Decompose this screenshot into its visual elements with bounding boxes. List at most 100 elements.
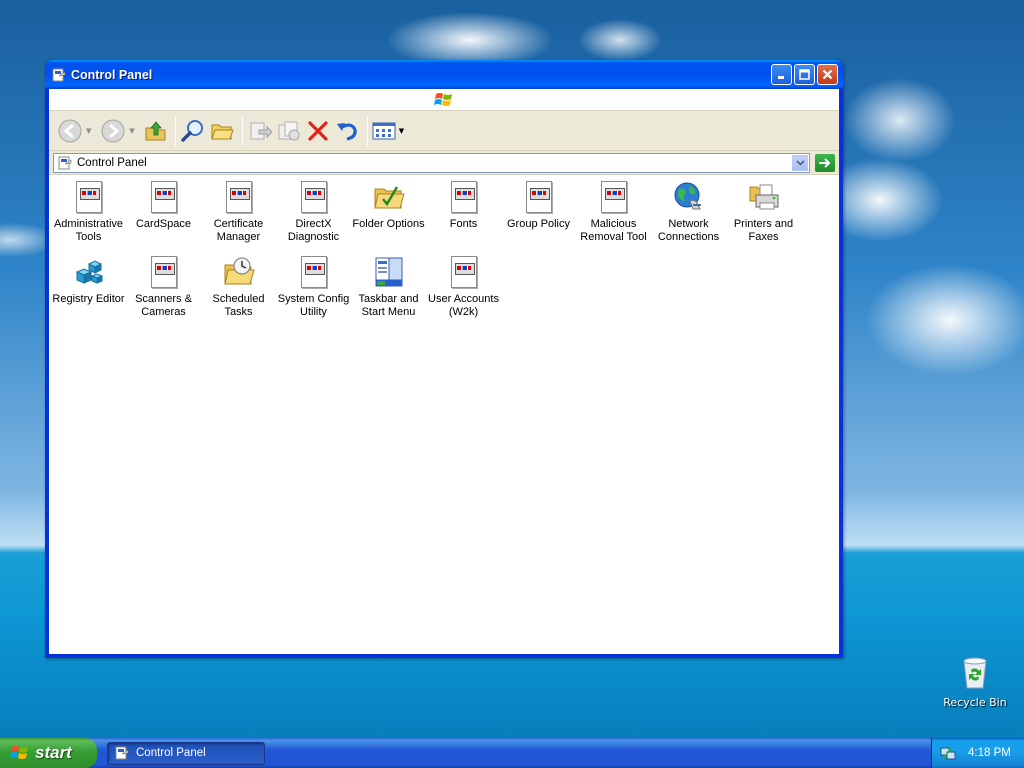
- menu-bar: [49, 89, 839, 111]
- forward-arrow-icon: [101, 119, 125, 142]
- minimize-button[interactable]: [771, 64, 792, 85]
- address-bar: Control Panel: [49, 151, 839, 175]
- delete-button[interactable]: [305, 116, 331, 146]
- up-button[interactable]: [144, 116, 168, 146]
- item-label: System Config Utility: [277, 293, 350, 318]
- item-label: Malicious Removal Tool: [580, 218, 647, 243]
- item-label: Registry Editor: [52, 293, 125, 305]
- item-registry-editor[interactable]: Registry Editor: [51, 254, 126, 329]
- folder-up-icon: [145, 120, 166, 140]
- item-fonts[interactable]: Fonts: [426, 179, 501, 254]
- address-dropdown-button[interactable]: [792, 154, 808, 171]
- start-button[interactable]: start: [0, 738, 97, 768]
- delete-icon: [308, 120, 328, 141]
- move-to-button[interactable]: [247, 116, 273, 146]
- control-panel-icon: [115, 746, 129, 760]
- item-label: Administrative Tools: [53, 218, 124, 243]
- item-directx-diagnostic[interactable]: DirectX Diagnostic: [276, 179, 351, 254]
- start-label: start: [35, 743, 72, 762]
- item-administrative-tools[interactable]: Administrative Tools: [51, 179, 126, 254]
- applet-icon: [150, 256, 177, 288]
- copy-to-button[interactable]: [276, 116, 302, 146]
- registry-cubes-icon: [75, 260, 103, 284]
- taskbar: start Control Panel 4:18 PM: [0, 738, 1024, 768]
- maximize-icon: [799, 69, 810, 80]
- printer-icon: [749, 184, 778, 210]
- chevron-down-icon: [795, 159, 805, 166]
- item-label: Certificate Manager: [213, 218, 264, 243]
- close-icon: [822, 69, 833, 80]
- applet-icon: [75, 181, 102, 213]
- item-user-accounts-w2k[interactable]: User Accounts (W2k): [426, 254, 501, 329]
- folders-icon: [211, 124, 234, 139]
- folder-options-icon: [373, 186, 405, 209]
- item-label: User Accounts (W2k): [428, 293, 499, 318]
- item-label: Group Policy: [507, 218, 570, 230]
- control-panel-icon: [58, 156, 72, 169]
- forward-button[interactable]: ▼: [100, 116, 140, 146]
- clock[interactable]: 4:18 PM: [968, 747, 1011, 759]
- item-malicious-removal-tool[interactable]: Malicious Removal Tool: [576, 179, 651, 254]
- recycle-bin[interactable]: Recycle Bin: [940, 655, 1010, 709]
- item-label: Scanners & Cameras: [135, 293, 192, 318]
- item-printers-and-faxes[interactable]: Printers and Faxes: [726, 179, 801, 254]
- standard-toolbar: ▼ ▼ ▼: [49, 111, 839, 151]
- control-panel-icon: [52, 68, 66, 81]
- applet-icon: [150, 181, 177, 213]
- applet-icon: [525, 181, 552, 213]
- network-globe-icon: [674, 182, 701, 210]
- copy-to-icon: [278, 121, 300, 140]
- window-title-bar[interactable]: Control Panel: [45, 60, 843, 89]
- item-cardspace[interactable]: CardSpace: [126, 179, 201, 254]
- views-button[interactable]: ▼: [372, 116, 410, 146]
- item-label: Taskbar and Start Menu: [358, 293, 419, 318]
- item-network-connections[interactable]: Network Connections: [651, 179, 726, 254]
- undo-icon: [336, 122, 357, 141]
- views-icon: [372, 122, 396, 139]
- system-tray: 4:18 PM: [931, 738, 1024, 768]
- item-label: Printers and Faxes: [733, 218, 794, 243]
- taskbar-button-control-panel[interactable]: Control Panel: [107, 741, 265, 765]
- go-arrow-icon: [819, 157, 831, 168]
- search-button[interactable]: [180, 116, 206, 146]
- item-label: Network Connections: [657, 218, 720, 243]
- go-button[interactable]: [815, 153, 835, 172]
- toolbar-separator: [174, 115, 176, 146]
- item-label: Scheduled Tasks: [212, 293, 265, 318]
- network-status-icon[interactable]: [940, 745, 956, 761]
- views-dropdown-icon[interactable]: ▼: [399, 127, 404, 135]
- item-label: CardSpace: [135, 218, 192, 230]
- item-scheduled-tasks[interactable]: Scheduled Tasks: [201, 254, 276, 329]
- item-folder-options[interactable]: Folder Options: [351, 179, 426, 254]
- applet-icon: [450, 181, 477, 213]
- toolbar-separator: [366, 115, 368, 146]
- maximize-button[interactable]: [794, 64, 815, 85]
- close-button[interactable]: [817, 64, 838, 85]
- item-certificate-manager[interactable]: Certificate Manager: [201, 179, 276, 254]
- item-taskbar-and-start-menu[interactable]: Taskbar and Start Menu: [351, 254, 426, 329]
- taskbar-button-label: Control Panel: [136, 747, 206, 759]
- address-value: Control Panel: [77, 156, 147, 169]
- item-system-config-utility[interactable]: System Config Utility: [276, 254, 351, 329]
- undo-button[interactable]: [334, 116, 360, 146]
- back-button[interactable]: ▼: [57, 116, 97, 146]
- control-panel-window: Control Panel ▼ ▼ ▼ Control Panel Admini…: [45, 60, 843, 658]
- address-input[interactable]: Control Panel: [53, 152, 810, 173]
- applet-icon: [450, 256, 477, 288]
- forward-dropdown-icon[interactable]: ▼: [129, 127, 134, 135]
- back-dropdown-icon[interactable]: ▼: [86, 127, 91, 135]
- item-label: Fonts: [449, 218, 478, 230]
- recycle-bin-label: Recycle Bin: [943, 696, 1007, 709]
- window-title: Control Panel: [71, 67, 153, 82]
- windows-logo-icon: [434, 92, 452, 106]
- item-label: Folder Options: [352, 218, 425, 230]
- scheduled-tasks-folder-icon: [223, 257, 255, 285]
- move-to-icon: [250, 122, 273, 139]
- window-client-area: ▼ ▼ ▼ Control Panel Administrative Tools…: [49, 89, 839, 654]
- applet-icon: [300, 256, 327, 288]
- item-group-policy[interactable]: Group Policy: [501, 179, 576, 254]
- toolbar-separator: [241, 115, 243, 146]
- folders-button[interactable]: [209, 116, 235, 146]
- minimize-icon: [778, 76, 784, 79]
- item-scanners-cameras[interactable]: Scanners & Cameras: [126, 254, 201, 329]
